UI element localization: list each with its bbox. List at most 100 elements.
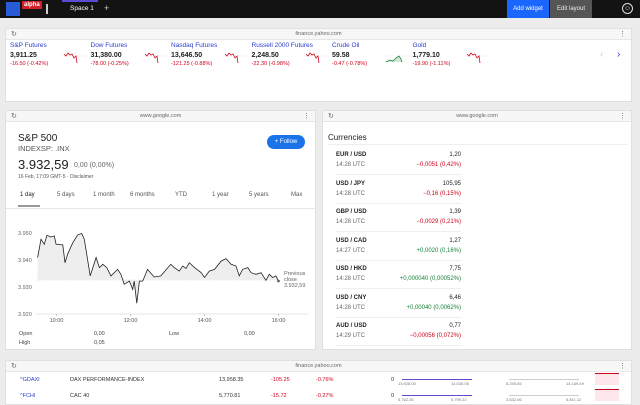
widget-url: finance.yahoo.com xyxy=(295,31,342,37)
currency-row[interactable]: GBP / USD 14:28 UTC 1,39 −0,0029 (0,21%) xyxy=(336,204,461,232)
ticker-sparkline xyxy=(382,55,410,63)
sparkline xyxy=(595,389,619,401)
currency-pair: USD / JPY xyxy=(336,180,366,187)
cell-change: -105.25 xyxy=(271,377,290,383)
cell-yr-hi: 14,169.49 xyxy=(566,381,584,386)
currency-time: 14:29 UTC xyxy=(336,333,366,339)
ticker-sparkline xyxy=(60,52,88,64)
table-row[interactable]: ^FCHI CAC 40 5,770.81 -15.72 -0.27% 0 5,762.35… xyxy=(6,389,638,403)
sp500-widget: ↻ www.google.com ⋮ S&P 500 INDEXSP: .INX 3… xyxy=(5,110,316,350)
currency-row[interactable]: USD / JPY 14:28 UTC 105,95 −0,16 (0,15%) xyxy=(336,176,461,204)
cell-symbol[interactable]: ^GDAXI xyxy=(20,377,40,383)
currency-time: 14:28 UTC xyxy=(336,162,366,168)
currencies-widget: ↻ www.google.com ⋮ Currencies EUR / USD 14:… xyxy=(322,110,632,350)
currency-row[interactable]: USD / CNY 14:28 UTC 6,46 +0,00040 (0,0062%) xyxy=(336,290,461,318)
cell-price: 13,958.35 xyxy=(219,377,244,383)
day-range-bar xyxy=(402,395,472,396)
currency-value: 105,95 xyxy=(442,180,461,187)
widget-url-bar: ↻ www.google.com ⋮ xyxy=(6,111,315,122)
y-tick-label: 3.930 xyxy=(18,285,32,291)
edit-layout-button[interactable]: Edit layout xyxy=(550,0,592,18)
currency-time: 14:28 UTC xyxy=(336,190,366,197)
cell-name: CAC 40 xyxy=(70,393,90,399)
currency-pair: AUD / USD xyxy=(336,323,367,329)
x-tick-label: 14:00 xyxy=(198,318,212,324)
currency-time: 14:28 UTC xyxy=(336,276,366,282)
currencies-title: Currencies xyxy=(328,133,367,142)
cell-price: 5,770.81 xyxy=(219,393,241,399)
divider xyxy=(46,4,48,14)
follow-button[interactable]: + Follow xyxy=(267,135,305,149)
currency-row[interactable]: EUR / USD 14:28 UTC 1,20 −0,0051 (0,42%) xyxy=(336,147,461,175)
tab-ytd[interactable]: YTD xyxy=(175,192,187,198)
ticker-name[interactable]: Gold xyxy=(413,42,533,49)
widget-url-bar: ↻ finance.yahoo.com ⋮ xyxy=(6,29,631,40)
widget-url: www.google.com xyxy=(456,113,498,119)
year-range-bar xyxy=(509,395,579,396)
more-icon[interactable]: ⋮ xyxy=(303,111,310,122)
high-value: 0,05 xyxy=(94,340,105,346)
tab-1-day[interactable]: 1 day xyxy=(20,192,35,198)
cell-day-lo: 13,928.00 xyxy=(398,381,416,386)
currency-row[interactable]: USD / CAD 14:27 UTC 1,27 +0,0020 (0,16%) xyxy=(336,233,461,261)
more-icon[interactable]: ⋮ xyxy=(619,111,626,122)
ticker-widget: ↻ finance.yahoo.com ⋮ S&P Futures 3,911.25-… xyxy=(5,28,632,102)
tab-5-years[interactable]: 5 years xyxy=(249,192,269,198)
more-icon[interactable]: ⋮ xyxy=(619,361,626,372)
currency-value: 1,39 xyxy=(449,209,461,215)
tab-space-1[interactable]: Space 1 xyxy=(70,5,94,12)
add-tab-button[interactable]: + xyxy=(104,3,109,13)
cell-pct: -0.76% xyxy=(316,377,334,383)
low-value: 0,00 xyxy=(244,331,255,337)
tab-1-year[interactable]: 1 year xyxy=(212,192,229,198)
currency-change: +0,000040 (0,00052%) xyxy=(399,276,461,282)
currency-value: 6,46 xyxy=(449,294,461,301)
reload-icon[interactable]: ↻ xyxy=(11,361,17,372)
year-range-bar xyxy=(509,379,579,380)
currency-row[interactable]: AUD / USD 14:29 UTC 0,77 −0,00056 (0,072%) xyxy=(336,318,461,346)
currency-row[interactable]: USD / HKD 14:28 UTC 7,75 +0,000040 (0,00052… xyxy=(336,261,461,289)
tab-1-month[interactable]: 1 month xyxy=(93,192,115,198)
cell-day-hi: 14,035.06 xyxy=(451,381,469,386)
currency-change: −0,16 (0,15%) xyxy=(423,190,461,197)
price-chart[interactable]: 3.950 3.940 3.930 3.920 10:00 12:00 14:00 16:00… xyxy=(6,211,316,336)
ticker-sparkline xyxy=(301,52,330,64)
tab-max[interactable]: Max xyxy=(291,192,302,198)
index-date: 16 Feb, 17:09 GMT-5 · Disclaimer xyxy=(18,174,94,180)
chevron-left-icon[interactable]: ‹ xyxy=(600,49,603,60)
more-icon[interactable]: ⋮ xyxy=(619,29,626,40)
x-tick-label: 12:00 xyxy=(124,318,138,324)
cell-symbol[interactable]: ^FCHI xyxy=(20,393,35,399)
reload-icon[interactable]: ↻ xyxy=(11,111,17,122)
currency-change: −0,0029 (0,21%) xyxy=(416,219,461,225)
widget-url-bar: ↻ www.google.com ⋮ xyxy=(323,111,631,122)
reload-icon[interactable]: ↻ xyxy=(328,111,334,122)
user-icon[interactable]: ☺ xyxy=(622,3,633,14)
currency-pair: USD / CNY xyxy=(336,294,367,301)
currency-time: 14:28 UTC xyxy=(336,304,366,311)
cell-name: DAX PERFORMANCE-INDEX xyxy=(70,377,145,383)
reload-icon[interactable]: ↻ xyxy=(11,29,17,40)
open-value: 0,00 xyxy=(94,331,105,337)
currency-change: −0,00056 (0,072%) xyxy=(409,333,461,339)
currency-time: 14:27 UTC xyxy=(336,247,366,254)
app-logo-icon xyxy=(6,2,20,16)
price-area xyxy=(37,233,279,304)
index-change: 0,00 (0,00%) xyxy=(74,162,115,169)
table-row[interactable]: ^GDAXI DAX PERFORMANCE-INDEX 13,958.35 -105… xyxy=(6,373,638,387)
cell-yr-lo: 8,255.65 xyxy=(506,381,522,386)
index-symbol: INDEXSP: .INX xyxy=(18,144,70,153)
currency-value: 1,27 xyxy=(449,237,461,244)
logo-badge: alpha xyxy=(22,1,42,9)
open-label: Open xyxy=(19,331,33,337)
add-widget-button[interactable]: Add widget xyxy=(507,0,549,18)
cell-vol: 0 xyxy=(391,393,395,399)
tab-6-months[interactable]: 6 months xyxy=(130,192,155,198)
indices-widget: ↻ finance.yahoo.com ⋮ ^GDAXI DAX PERFORMANC… xyxy=(5,360,632,405)
currency-pair: USD / CAD xyxy=(336,237,367,244)
tab-5-days[interactable]: 5 days xyxy=(57,192,75,198)
currency-change: +0,00040 (0,0062%) xyxy=(406,304,461,311)
ticker-sparkline xyxy=(221,52,249,64)
chevron-right-icon[interactable]: › xyxy=(617,49,620,60)
ticker-item[interactable]: Gold 1,779.10 -19.90 (-1.11%) xyxy=(413,42,533,67)
